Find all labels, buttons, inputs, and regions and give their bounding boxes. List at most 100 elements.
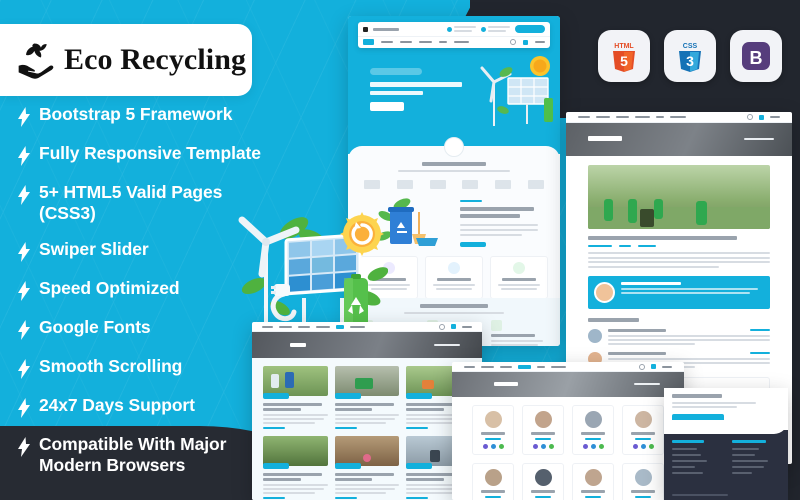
nav-blog-active[interactable]	[336, 324, 344, 329]
feature-card[interactable]	[490, 256, 548, 299]
site-nav[interactable]	[358, 36, 550, 47]
nav-item[interactable]	[316, 325, 330, 328]
read-more-link[interactable]	[263, 427, 285, 429]
feature-label: Bootstrap 5 Framework	[39, 104, 233, 124]
member-socials[interactable]	[526, 444, 560, 449]
header-cta-button[interactable]	[515, 25, 545, 33]
improve-cta-button[interactable]	[460, 242, 486, 247]
member-avatar	[584, 411, 602, 428]
nav-item[interactable]	[464, 365, 475, 368]
cart-icon[interactable]	[651, 364, 656, 369]
search-icon[interactable]	[747, 114, 753, 120]
feature-card[interactable]	[425, 256, 483, 299]
service-card[interactable]	[491, 320, 546, 346]
team-member-card[interactable]	[522, 463, 564, 500]
footer-link[interactable]	[732, 472, 753, 474]
post-body-line	[588, 252, 770, 254]
footer-link[interactable]	[732, 460, 769, 462]
member-socials[interactable]	[576, 444, 610, 449]
post-thumbnail	[334, 436, 400, 466]
reply-link[interactable]	[750, 351, 770, 354]
nav-team-active[interactable]	[518, 364, 531, 369]
nav-item[interactable]	[656, 116, 664, 118]
team-member-card[interactable]	[572, 463, 614, 500]
header-contact-call[interactable]	[447, 26, 476, 32]
blog-post-card[interactable]	[263, 436, 328, 499]
team-member-card[interactable]	[622, 405, 664, 455]
nav-item[interactable]	[298, 325, 310, 328]
footer-link[interactable]	[732, 466, 764, 468]
cart-icon[interactable]	[523, 39, 528, 45]
language-selector[interactable]	[662, 365, 672, 368]
nav-item[interactable]	[596, 116, 610, 118]
nav-item[interactable]	[350, 325, 365, 328]
breadcrumb[interactable]	[744, 138, 774, 140]
search-icon[interactable]	[439, 323, 445, 330]
footer-mockup[interactable]	[664, 388, 788, 500]
footer-link[interactable]	[732, 454, 756, 456]
nav-item[interactable]	[551, 365, 566, 368]
search-icon[interactable]	[639, 363, 645, 370]
brand-logo-panel: Eco Recycling	[0, 24, 252, 96]
team-member-card[interactable]	[522, 405, 564, 455]
member-socials[interactable]	[476, 444, 510, 449]
scroll-badge-icon[interactable]	[444, 137, 464, 157]
feature-item: 24x7 Days Support	[18, 395, 280, 419]
team-member-card[interactable]	[472, 463, 514, 500]
nav-item[interactable]	[616, 116, 629, 118]
member-socials[interactable]	[626, 444, 660, 449]
blog-grid-page-mockup[interactable]	[252, 322, 482, 500]
team-page-mockup[interactable]	[452, 362, 684, 500]
language-selector[interactable]	[770, 116, 780, 118]
read-more-link[interactable]	[406, 497, 429, 499]
read-more-link[interactable]	[334, 497, 357, 499]
footer-link[interactable]	[672, 466, 696, 468]
cart-icon[interactable]	[759, 114, 764, 120]
footer-link[interactable]	[672, 454, 701, 456]
blog-post-card[interactable]	[263, 366, 328, 429]
footer-link[interactable]	[732, 448, 759, 450]
read-more-link[interactable]	[406, 427, 429, 429]
cart-icon[interactable]	[451, 324, 456, 329]
nav-item[interactable]	[481, 365, 494, 368]
nav-item[interactable]	[578, 116, 590, 118]
nav-item[interactable]	[419, 41, 432, 43]
search-icon[interactable]	[510, 39, 516, 45]
language-selector[interactable]	[535, 41, 545, 43]
breadcrumb[interactable]	[434, 344, 460, 346]
nav-item[interactable]	[439, 41, 447, 43]
read-more-link[interactable]	[334, 427, 357, 429]
nav-item[interactable]	[670, 116, 686, 118]
nav-home-active[interactable]	[363, 39, 374, 45]
blog-post-card[interactable]	[334, 436, 400, 499]
nav-item[interactable]	[454, 41, 469, 43]
author-box	[588, 275, 770, 309]
blog-post-card[interactable]	[334, 366, 400, 429]
blog-nav[interactable]	[252, 322, 482, 332]
footer-link[interactable]	[672, 460, 707, 462]
language-selector[interactable]	[462, 325, 472, 328]
nav-item[interactable]	[279, 325, 292, 328]
team-nav[interactable]	[452, 362, 684, 372]
hero-cta-button[interactable]	[370, 102, 404, 111]
nav-item[interactable]	[635, 116, 650, 118]
blog-page-banner	[252, 332, 482, 358]
blog-single-nav[interactable]	[566, 112, 792, 123]
team-page-banner	[452, 372, 684, 397]
footer-link[interactable]	[672, 472, 703, 474]
header-contact-email[interactable]	[481, 26, 510, 32]
nav-item[interactable]	[381, 41, 393, 43]
sponsor-logo	[396, 180, 413, 189]
team-member-card[interactable]	[622, 463, 664, 500]
team-member-card[interactable]	[472, 405, 514, 455]
read-more-link[interactable]	[263, 497, 285, 499]
reply-link[interactable]	[750, 328, 770, 331]
nav-item[interactable]	[537, 365, 545, 368]
breadcrumb[interactable]	[634, 383, 660, 385]
team-member-card[interactable]	[572, 405, 614, 455]
nav-item[interactable]	[500, 365, 512, 368]
post-thumbnail	[334, 366, 400, 396]
nav-item[interactable]	[262, 325, 273, 328]
footer-link[interactable]	[672, 448, 697, 450]
nav-item[interactable]	[400, 41, 412, 43]
